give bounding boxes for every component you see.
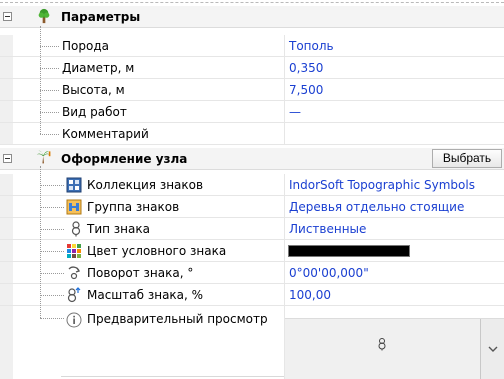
- tree-preview-icon: [378, 338, 386, 351]
- property-row-symbol-rotation[interactable]: Поворот знака, ° 0°00'00,000": [0, 262, 504, 284]
- tree-line: [40, 68, 59, 69]
- property-row-comment[interactable]: Комментарий: [0, 123, 504, 145]
- property-label: Вид работ: [62, 105, 127, 119]
- tree-line: [40, 229, 64, 230]
- property-row-work-type[interactable]: Вид работ —: [0, 101, 504, 123]
- chevron-down-icon: [488, 346, 498, 352]
- color-swatch[interactable]: [288, 245, 410, 257]
- property-grid: Параметры Порода Тополь Диаметр, м 0,350…: [0, 0, 504, 379]
- property-label: Высота, м: [62, 83, 125, 97]
- tree-line: [40, 134, 59, 135]
- bottom-separator: [61, 376, 284, 377]
- property-value[interactable]: Тополь: [289, 39, 334, 53]
- property-row-symbol-color[interactable]: Цвет условного знака: [0, 240, 504, 262]
- category-title: Параметры: [61, 10, 141, 24]
- color-palette-icon: [67, 244, 81, 258]
- property-label: Поворот знака, °: [87, 266, 194, 280]
- preview-dropdown[interactable]: [285, 318, 504, 379]
- tree-line: [40, 46, 59, 47]
- property-value[interactable]: 7,500: [289, 83, 323, 97]
- tree-line: [40, 295, 64, 296]
- symbol-icon: [71, 221, 81, 237]
- property-row-height[interactable]: Высота, м 7,500: [0, 79, 504, 101]
- property-row-symbol-type[interactable]: Тип знака Лиственные: [0, 218, 504, 240]
- info-icon: [66, 312, 82, 328]
- property-label: Масштаб знака, %: [87, 288, 204, 302]
- property-value[interactable]: 0,350: [289, 61, 323, 75]
- scale-icon: [67, 287, 81, 303]
- property-label: Предварительный просмотр: [87, 312, 268, 326]
- group-icon: [66, 199, 82, 215]
- select-button[interactable]: Выбрать: [432, 149, 502, 168]
- property-value[interactable]: IndorSoft Topographic Symbols: [289, 178, 475, 192]
- property-value[interactable]: Лиственные: [289, 222, 366, 236]
- tree-line: [40, 90, 59, 91]
- tree-line: [40, 251, 64, 252]
- top-separator: [0, 2, 504, 3]
- property-row-symbol-scale[interactable]: Масштаб знака, % 100,00: [0, 284, 504, 306]
- tree-line: [40, 26, 41, 134]
- property-value[interactable]: Деревья отдельно стоящие: [289, 200, 464, 214]
- tree-line: [40, 207, 64, 208]
- category-title: Оформление узла: [61, 152, 188, 166]
- property-label: Цвет условного знака: [87, 244, 227, 258]
- tree-line: [40, 112, 59, 113]
- rotate-icon: [68, 266, 81, 280]
- property-value[interactable]: —: [289, 105, 301, 119]
- property-label: Комментарий: [62, 127, 149, 141]
- property-label: Тип знака: [87, 222, 150, 236]
- property-row-breed[interactable]: Порода Тополь: [0, 35, 504, 57]
- property-label: Коллекция знаков: [87, 178, 204, 192]
- tree-line: [40, 318, 64, 319]
- tree-icon: [38, 8, 50, 24]
- property-label: Диаметр, м: [62, 61, 135, 75]
- property-value[interactable]: 0°00'00,000": [289, 266, 369, 280]
- expander-minus-icon[interactable]: [3, 154, 12, 163]
- property-value[interactable]: 100,00: [289, 288, 331, 302]
- tree-line: [40, 273, 64, 274]
- category-header-node-style[interactable]: Оформление узла Выбрать: [0, 148, 504, 170]
- property-row-symbol-group[interactable]: Группа знаков Деревья отдельно стоящие: [0, 196, 504, 218]
- tree-line: [40, 185, 64, 186]
- property-label: Группа знаков: [87, 200, 180, 214]
- preview-dropdown-button[interactable]: [480, 319, 504, 379]
- property-row-symbol-collection[interactable]: Коллекция знаков IndorSoft Topographic S…: [0, 174, 504, 196]
- property-row-diameter[interactable]: Диаметр, м 0,350: [0, 57, 504, 79]
- grid-collection-icon: [66, 177, 82, 193]
- expander-minus-icon[interactable]: [3, 12, 12, 21]
- property-label: Порода: [62, 39, 109, 53]
- category-header-parameters[interactable]: Параметры: [0, 6, 504, 28]
- palm-tree-icon: [36, 150, 51, 164]
